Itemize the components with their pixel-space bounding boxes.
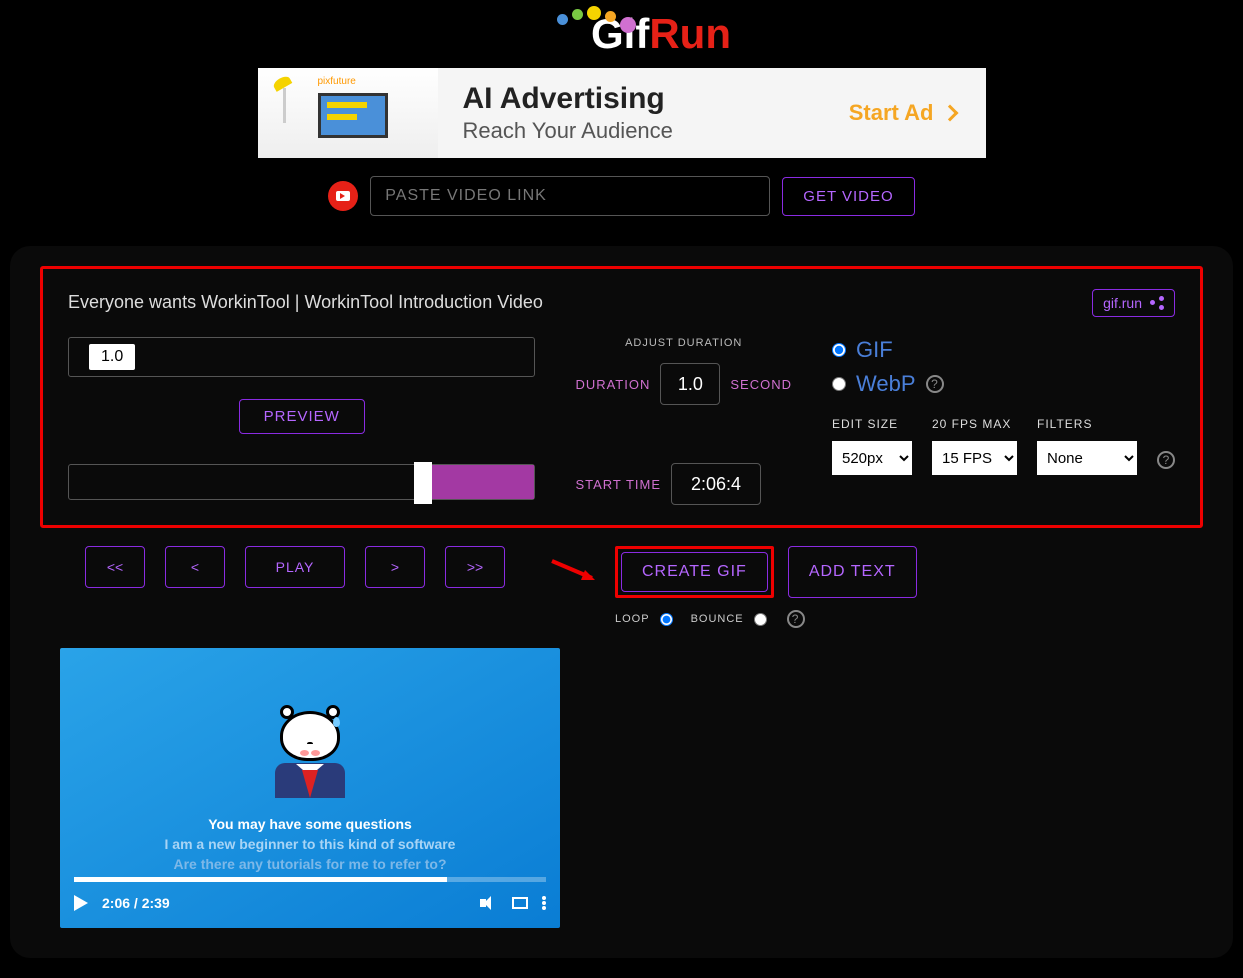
format-webp-radio[interactable] (832, 377, 846, 391)
duration-bar-value: 1.0 (89, 344, 135, 370)
edit-size-label: EDIT SIZE (832, 417, 912, 431)
bounce-label: BOUNCE (691, 613, 744, 625)
loop-label: LOOP (615, 613, 650, 625)
add-text-button[interactable]: ADD TEXT (788, 546, 917, 598)
rewind-button[interactable]: < (165, 546, 225, 588)
video-time: 2:06 / 2:39 (102, 895, 170, 911)
forward-fast-button[interactable]: >> (445, 546, 505, 588)
adjust-duration-label: ADJUST DURATION (575, 337, 792, 349)
help-icon[interactable]: ? (926, 375, 944, 393)
help-icon[interactable]: ? (787, 610, 805, 628)
share-icon (1150, 296, 1164, 310)
editor-panel: Everyone wants WorkinTool | WorkinTool I… (10, 246, 1233, 958)
logo-dots (557, 14, 636, 30)
play-button[interactable]: PLAY (245, 546, 345, 588)
video-link-input[interactable] (370, 176, 770, 216)
create-gif-button[interactable]: CREATE GIF (621, 552, 768, 592)
ad-image: pixfuture (258, 68, 438, 158)
video-character (270, 703, 350, 798)
video-play-icon[interactable] (74, 895, 88, 911)
filters-label: FILTERS (1037, 417, 1137, 431)
fullscreen-icon[interactable] (512, 897, 528, 909)
slider-fill (432, 465, 534, 499)
menu-icon[interactable] (542, 896, 546, 910)
loop-radio[interactable] (660, 613, 673, 626)
duration-bar[interactable]: 1.0 (68, 337, 535, 377)
help-icon[interactable]: ? (1157, 451, 1175, 469)
timeline-slider[interactable] (68, 464, 535, 500)
edit-size-select[interactable]: 520px (832, 441, 912, 475)
create-gif-highlight: CREATE GIF (615, 546, 774, 598)
highlighted-settings: Everyone wants WorkinTool | WorkinTool I… (40, 266, 1203, 528)
format-webp-label: WebP (856, 371, 916, 397)
second-label: SECOND (730, 377, 792, 392)
video-title: Everyone wants WorkinTool | WorkinTool I… (68, 289, 543, 316)
bounce-radio[interactable] (754, 613, 767, 626)
start-time-input[interactable] (671, 463, 761, 505)
slider-thumb[interactable] (414, 462, 432, 504)
logo[interactable]: GifRun (512, 10, 731, 58)
youtube-icon (328, 181, 358, 211)
video-player[interactable]: You may have some questions I am a new b… (60, 648, 560, 928)
caption-line-3: Are there any tutorials for me to refer … (60, 856, 560, 872)
format-gif-radio[interactable] (832, 343, 846, 357)
caption-line-2: I am a new beginner to this kind of soft… (60, 836, 560, 852)
forward-button[interactable]: > (365, 546, 425, 588)
logo-run: Run (649, 10, 731, 57)
get-video-button[interactable]: GET VIDEO (782, 177, 914, 216)
ad-headline: AI Advertising (463, 82, 849, 116)
ad-pixfuture-label: pixfuture (318, 76, 356, 87)
preview-button[interactable]: PREVIEW (239, 399, 365, 434)
rewind-fast-button[interactable]: << (85, 546, 145, 588)
format-gif-label: GIF (856, 337, 893, 363)
share-button[interactable]: gif.run (1092, 289, 1175, 317)
ad-banner[interactable]: pixfuture AI Advertising Reach Your Audi… (258, 68, 986, 158)
chevron-right-icon (941, 105, 958, 122)
ad-start-button[interactable]: Start Ad (849, 100, 986, 126)
volume-icon[interactable] (480, 894, 498, 912)
caption-line-1: You may have some questions (60, 816, 560, 832)
filters-select[interactable]: None (1037, 441, 1137, 475)
duration-input[interactable] (660, 363, 720, 405)
ad-subtitle: Reach Your Audience (463, 118, 849, 144)
duration-label: DURATION (575, 377, 650, 392)
fps-label: 20 FPS MAX (932, 417, 1017, 431)
fps-select[interactable]: 15 FPS (932, 441, 1017, 475)
start-time-label: START TIME (575, 477, 661, 492)
arrow-annotation (547, 556, 607, 586)
